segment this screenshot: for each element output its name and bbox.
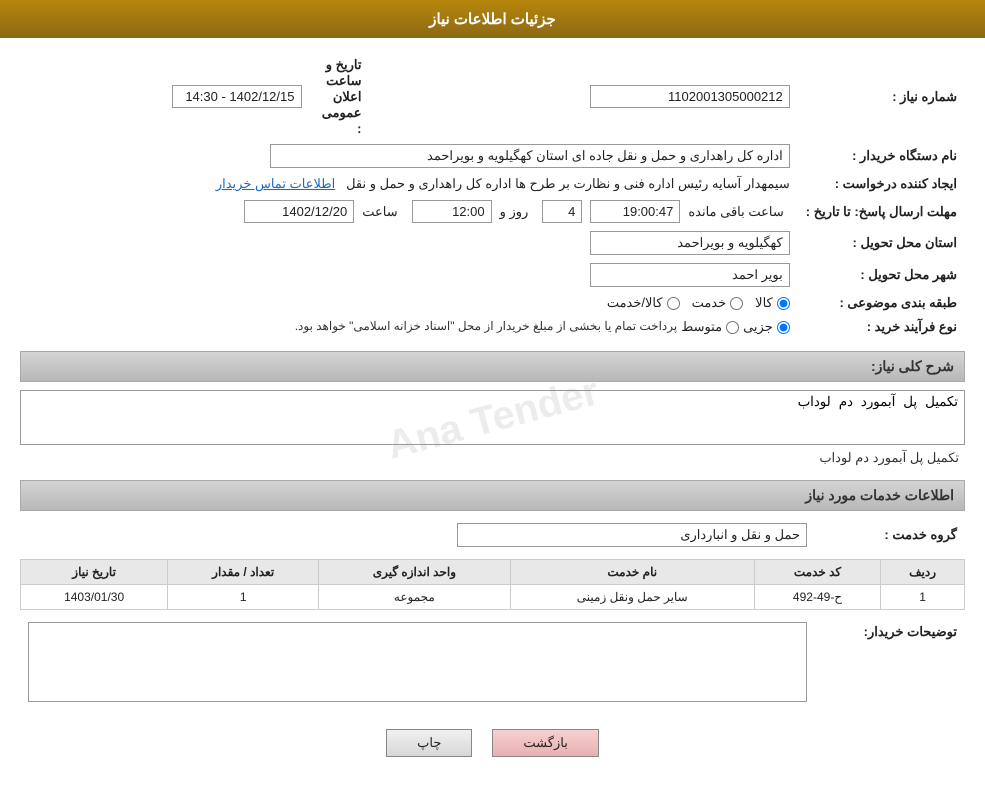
radio-kala-khedmat-label: کالا/خدمت (607, 295, 663, 311)
ostan-cell: کهگیلویه و بویراحمد (20, 227, 798, 259)
name-dastgah-label: نام دستگاه خریدار : (798, 140, 965, 172)
sharh-area: Ana Tender (20, 390, 965, 448)
gorooh-cell: حمل و نقل و انبارداری (20, 519, 815, 551)
ijad-konande-cell: سیمهدار آسایه رئیس اداره فنی و نظارت بر … (20, 172, 798, 196)
main-content: شماره نیاز : 1102001305000212 تاریخ و سا… (0, 38, 985, 787)
shomara-niaz-cell: 1102001305000212 (370, 53, 798, 140)
page-header: جزئیات اطلاعات نیاز (0, 0, 985, 38)
col-kod: کد خدمت (754, 560, 880, 585)
shahr-value: بویر احمد (590, 263, 790, 287)
nooe-farayand-cell: پرداخت تمام یا بخشی از مبلغ خریدار از مح… (20, 315, 798, 339)
shahr-cell: بویر احمد (20, 259, 798, 291)
khadamat-section-label: اطلاعات خدمات مورد نیاز (805, 487, 954, 503)
page-title: جزئیات اطلاعات نیاز (429, 11, 556, 28)
sharh-section-label: شرح کلی نیاز: (871, 358, 954, 374)
sharh-textarea[interactable] (20, 390, 965, 445)
ostan-value: کهگیلویه و بویراحمد (590, 231, 790, 255)
radio-khedmat[interactable] (730, 297, 743, 310)
tarikh-value: 1402/12/20 (244, 200, 354, 223)
services-table: ردیف کد خدمت نام خدمت واحد اندازه گیری ت… (20, 559, 965, 610)
mande-label: ساعت باقی مانده (688, 204, 783, 220)
radio-jazzi-label: جزیی (743, 319, 773, 335)
roz-value: 4 (542, 200, 582, 223)
radio-motavasset[interactable] (726, 321, 739, 334)
shomara-niaz-label: شماره نیاز : (798, 53, 965, 140)
radio-jazzi-item: جزیی (743, 319, 790, 335)
saat-value: 12:00 (412, 200, 492, 223)
col-name: نام خدمت (510, 560, 754, 585)
radio-kala-label: کالا (755, 295, 773, 311)
table-cell-3: مجموعه (319, 585, 510, 610)
radio-jazzi[interactable] (777, 321, 790, 334)
tabaqe-cell: کالا/خدمت خدمت کالا (20, 291, 798, 315)
tarikh-elan-label: تاریخ و ساعت اعلان عمومی : (310, 53, 370, 140)
tarikh-elan-cell: 1402/12/15 - 14:30 (20, 53, 310, 140)
info-section: شماره نیاز : 1102001305000212 تاریخ و سا… (20, 53, 965, 339)
col-tarikh: تاریخ نیاز (21, 560, 168, 585)
radio-motavasset-label: متوسط (681, 319, 722, 335)
table-cell-5: 1403/01/30 (21, 585, 168, 610)
name-dastgah-value: اداره کل راهداری و حمل و نقل جاده ای است… (270, 144, 790, 168)
radio-kala-khedmat-item: کالا/خدمت (607, 295, 680, 311)
gorooh-value: حمل و نقل و انبارداری (457, 523, 807, 547)
table-cell-4: 1 (168, 585, 319, 610)
col-vahed: واحد اندازه گیری (319, 560, 510, 585)
ostan-label: استان محل تحویل : (798, 227, 965, 259)
shahr-label: شهر محل تحویل : (798, 259, 965, 291)
ijad-konande-label: ایجاد کننده درخواست : (798, 172, 965, 196)
radio-kala-item: کالا (755, 295, 790, 311)
radio-kala[interactable] (777, 297, 790, 310)
gorooh-section: گروه خدمت : حمل و نقل و انبارداری (20, 519, 965, 551)
shomara-niaz-value: 1102001305000212 (590, 85, 790, 108)
radio-text: پرداخت تمام یا بخشی از مبلغ خریدار از مح… (295, 319, 678, 333)
radio-khedmat-item: خدمت (692, 295, 744, 311)
buyer-desc-cell (20, 618, 815, 709)
print-button[interactable]: چاپ (386, 729, 472, 757)
mohlat-label: مهلت ارسال پاسخ: تا تاریخ : (798, 196, 965, 227)
name-dastgah-cell: اداره کل راهداری و حمل و نقل جاده ای است… (20, 140, 798, 172)
tabaqe-label: طبقه بندی موضوعی : (798, 291, 965, 315)
mohlat-cell: 1402/12/20 ساعت 12:00 روز و 4 19:00:47 س… (20, 196, 798, 227)
radio-khedmat-label: خدمت (692, 295, 727, 311)
table-cell-0: 1 (881, 585, 965, 610)
tarikh-elan-value: 1402/12/15 - 14:30 (172, 85, 302, 108)
mande-value: 19:00:47 (590, 200, 680, 223)
buyer-desc-section: توضیحات خریدار: (20, 618, 965, 709)
roz-label: روز و (500, 204, 529, 220)
buyer-desc-textarea[interactable] (28, 622, 807, 702)
ijad-konande-link[interactable]: اطلاعات تماس خریدار (216, 176, 335, 191)
sharh-text: تکمیل پل آبمورد دم لوداب (819, 450, 959, 465)
sharh-section-title: شرح کلی نیاز: (20, 351, 965, 382)
table-row: 1ح-49-492سایر حمل ونقل زمینیمجموعه11403/… (21, 585, 965, 610)
col-radif: ردیف (881, 560, 965, 585)
sharh-value-display: تکمیل پل آبمورد دم لوداب (20, 448, 965, 468)
ijad-konande-value: سیمهدار آسایه رئیس اداره فنی و نظارت بر … (346, 176, 790, 191)
nooe-farayand-label: نوع فرآیند خرید : (798, 315, 965, 339)
khadamat-section-title: اطلاعات خدمات مورد نیاز (20, 480, 965, 511)
col-tedad: تعداد / مقدار (168, 560, 319, 585)
table-cell-1: ح-49-492 (754, 585, 880, 610)
gorooh-label: گروه خدمت : (815, 519, 965, 551)
footer-buttons: بازگشت چاپ (20, 729, 965, 757)
buyer-desc-label: توضیحات خریدار: (815, 618, 965, 709)
saat-label: ساعت (362, 204, 397, 220)
back-button[interactable]: بازگشت (492, 729, 598, 757)
radio-kala-khedmat[interactable] (667, 297, 680, 310)
radio-motavasset-item: متوسط (681, 319, 739, 335)
page-wrapper: جزئیات اطلاعات نیاز شماره نیاز : 1102001… (0, 0, 985, 787)
table-cell-2: سایر حمل ونقل زمینی (510, 585, 754, 610)
